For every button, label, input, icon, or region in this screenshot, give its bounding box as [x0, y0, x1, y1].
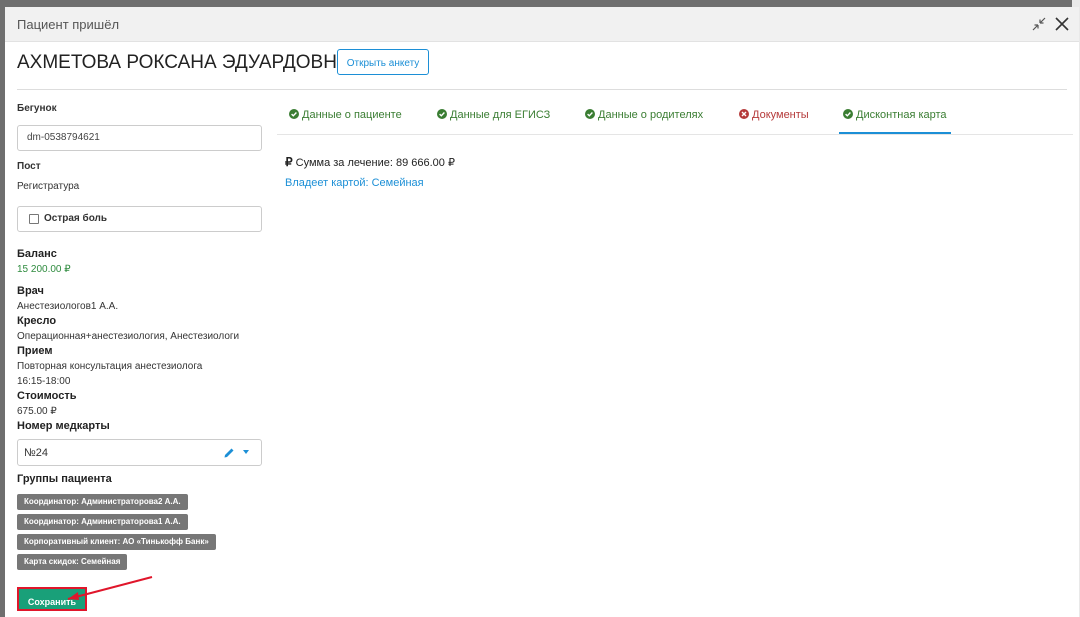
- tab-label: Дисконтная карта: [856, 109, 947, 121]
- runner-field[interactable]: [17, 125, 262, 151]
- doctor-value: Анестезиологов1 А.А.: [17, 301, 119, 312]
- balance-label: Баланс: [17, 248, 57, 260]
- tab-label: Данные о родителях: [598, 109, 704, 121]
- close-icon[interactable]: [1052, 14, 1072, 34]
- modal-header: Пациент пришёл: [5, 7, 1079, 42]
- treatment-sum: ₽ Сумма за лечение: 89 666.00 ₽: [285, 155, 455, 169]
- acute-pain-label: Острая боль: [44, 213, 108, 224]
- runner-input[interactable]: [27, 132, 247, 143]
- tab-label: Документы: [752, 109, 809, 121]
- tab-parents-data[interactable]: Данные о родителях: [585, 103, 703, 134]
- doctor-label: Врач: [17, 285, 44, 297]
- card-number-select[interactable]: №24: [17, 439, 262, 466]
- tab-egisz-data[interactable]: Данные для ЕГИСЗ: [437, 103, 550, 134]
- tab-label: Данные о пациенте: [302, 109, 402, 121]
- open-form-button[interactable]: Открыть анкету: [337, 49, 429, 75]
- post-value: Регистратура: [17, 181, 80, 192]
- acute-pain-checkbox[interactable]: Острая боль: [17, 206, 262, 232]
- appointment-value: Повторная консультация анестезиолога: [17, 361, 203, 372]
- error-circle-icon: [739, 104, 749, 119]
- pencil-icon[interactable]: [223, 446, 235, 458]
- post-label: Пост: [17, 161, 41, 172]
- tab-documents[interactable]: Документы: [739, 103, 809, 134]
- chevron-down-icon[interactable]: [243, 450, 249, 454]
- divider: [17, 89, 1067, 90]
- chair-value: Операционная+анестезиология, Анестезиоло…: [17, 331, 240, 342]
- cost-value: 675.00 ₽: [17, 406, 57, 417]
- appointment-time: 16:15-18:00: [17, 376, 71, 387]
- card-number-value: №24: [24, 447, 49, 459]
- cost-label: Стоимость: [17, 390, 77, 402]
- patient-name: АХМЕТОВА РОКСАНА ЭДУАРДОВНА: [17, 52, 350, 73]
- tab-label: Данные для ЕГИСЗ: [450, 109, 551, 121]
- group-tag: Координатор: Администраторова2 А.А.: [17, 494, 188, 510]
- groups-label: Группы пациента: [17, 473, 112, 485]
- check-circle-icon: [585, 104, 595, 119]
- check-circle-icon: [843, 104, 853, 119]
- balance-value: 15 200.00 ₽: [17, 264, 71, 275]
- card-number-label: Номер медкарты: [17, 420, 110, 432]
- checkbox-icon[interactable]: [29, 214, 39, 224]
- patient-arrived-modal: Пациент пришёл АХМЕТОВА РОКСАНА ЭДУАРДОВ…: [5, 7, 1079, 617]
- modal-title: Пациент пришёл: [17, 17, 120, 32]
- annotation-arrow-icon: [67, 576, 153, 600]
- tab-discount-card[interactable]: Дисконтная карта: [839, 103, 951, 134]
- runner-label: Бегунок: [17, 103, 57, 114]
- ruble-icon: ₽: [285, 155, 293, 169]
- group-tag: Корпоративный клиент: АО «Тинькофф Банк»: [17, 534, 216, 550]
- check-circle-icon: [289, 104, 299, 119]
- check-circle-icon: [437, 104, 447, 119]
- group-tag: Координатор: Администраторова1 А.А.: [17, 514, 188, 530]
- collapse-icon[interactable]: [1029, 14, 1049, 34]
- tab-bar: Данные о пациенте Данные для ЕГИСЗ Данны…: [277, 103, 1073, 135]
- treatment-sum-text: Сумма за лечение: 89 666.00 ₽: [295, 157, 455, 169]
- tab-patient-data[interactable]: Данные о пациенте: [289, 103, 402, 134]
- appointment-label: Прием: [17, 345, 53, 357]
- chair-label: Кресло: [17, 315, 57, 327]
- owns-card-link[interactable]: Владеет картой: Семейная: [285, 177, 424, 189]
